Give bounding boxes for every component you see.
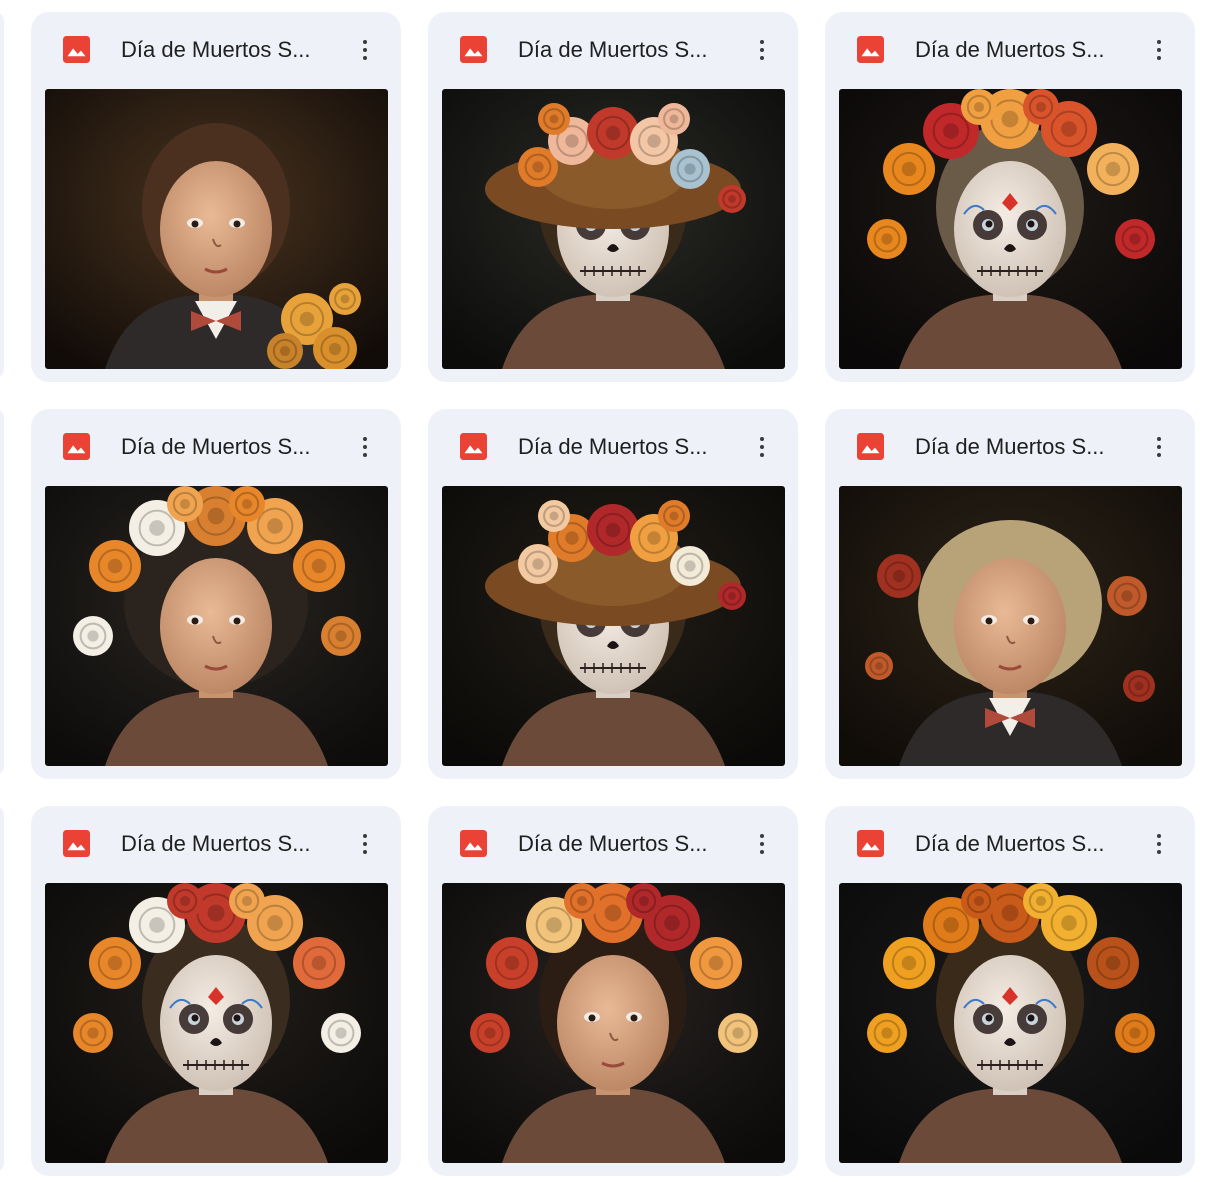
file-card[interactable]: Día de Muertos S... (825, 12, 1195, 382)
more-actions-button[interactable] (746, 431, 778, 463)
file-title[interactable]: Día de Muertos S... (121, 36, 331, 64)
file-card[interactable]: Día de Muertos S... (31, 806, 401, 1176)
file-card[interactable]: Día de Muertos S... (31, 409, 401, 779)
file-title[interactable]: Día de Muertos S... (915, 36, 1125, 64)
image-file-icon (460, 36, 487, 63)
file-card-header: Día de Muertos S... (428, 409, 798, 485)
file-thumbnail-portrait-boy-suit-bowtie-flowers[interactable] (45, 89, 388, 369)
file-thumbnail-portrait-child-marigold-crown-face-paint[interactable] (839, 883, 1182, 1163)
file-thumbnail-portrait-girl-curly-hair-flowers[interactable] (45, 486, 388, 766)
file-title[interactable]: Día de Muertos S... (518, 830, 728, 858)
file-card-header: Día de Muertos S... (31, 12, 401, 88)
file-card[interactable]: Día de Muertos S... (31, 12, 401, 382)
file-title[interactable]: Día de Muertos S... (518, 433, 728, 461)
file-card-header: Día de Muertos S... (31, 806, 401, 882)
file-card-header: Día de Muertos S... (825, 409, 1195, 485)
image-file-icon (63, 830, 90, 857)
file-card[interactable]: Día de Muertos S... (428, 12, 798, 382)
file-thumbnail-portrait-girl-flower-crown-necklace[interactable] (442, 883, 785, 1163)
more-actions-button[interactable] (349, 431, 381, 463)
file-thumbnail-portrait-child-hat-sugar-skull-makeup[interactable] (442, 486, 785, 766)
file-card-header: Día de Muertos S... (428, 12, 798, 88)
more-actions-button[interactable] (349, 828, 381, 860)
file-thumbnail-portrait-child-hat-flowers-sugar-skull[interactable] (442, 89, 785, 369)
image-file-icon (857, 433, 884, 460)
image-file-icon (857, 36, 884, 63)
file-card[interactable]: Día de Muertos S... (428, 806, 798, 1176)
file-card[interactable]: Día de Muertos S... (428, 409, 798, 779)
file-title[interactable]: Día de Muertos S... (518, 36, 728, 64)
file-card[interactable]: Día de Muertos S... (825, 409, 1195, 779)
file-card-header: Día de Muertos S... (31, 409, 401, 485)
image-file-icon (63, 433, 90, 460)
file-card-header: Día de Muertos S... (428, 806, 798, 882)
more-actions-button[interactable] (1143, 828, 1175, 860)
more-actions-button[interactable] (746, 828, 778, 860)
file-title[interactable]: Día de Muertos S... (915, 830, 1125, 858)
file-title[interactable]: Día de Muertos S... (915, 433, 1125, 461)
image-file-icon (460, 433, 487, 460)
file-card[interactable]: Día de Muertos S... (825, 806, 1195, 1176)
image-file-icon (857, 830, 884, 857)
file-thumbnail-portrait-boy-flower-crown-sugar-skull[interactable] (839, 89, 1182, 369)
image-file-icon (460, 830, 487, 857)
file-thumbnail-portrait-boy-curly-hair-bowtie[interactable] (839, 486, 1182, 766)
image-file-icon (63, 36, 90, 63)
more-actions-button[interactable] (1143, 431, 1175, 463)
more-actions-button[interactable] (1143, 34, 1175, 66)
more-actions-button[interactable] (746, 34, 778, 66)
more-actions-button[interactable] (349, 34, 381, 66)
file-title[interactable]: Día de Muertos S... (121, 830, 331, 858)
file-card-header: Día de Muertos S... (825, 12, 1195, 88)
file-grid: Día de Muertos S... Día de Muertos S... Dí… (0, 0, 1208, 1182)
file-card-header: Día de Muertos S... (825, 806, 1195, 882)
file-title[interactable]: Día de Muertos S... (121, 433, 331, 461)
file-thumbnail-portrait-girl-flower-crown-sugar-skull[interactable] (45, 883, 388, 1163)
